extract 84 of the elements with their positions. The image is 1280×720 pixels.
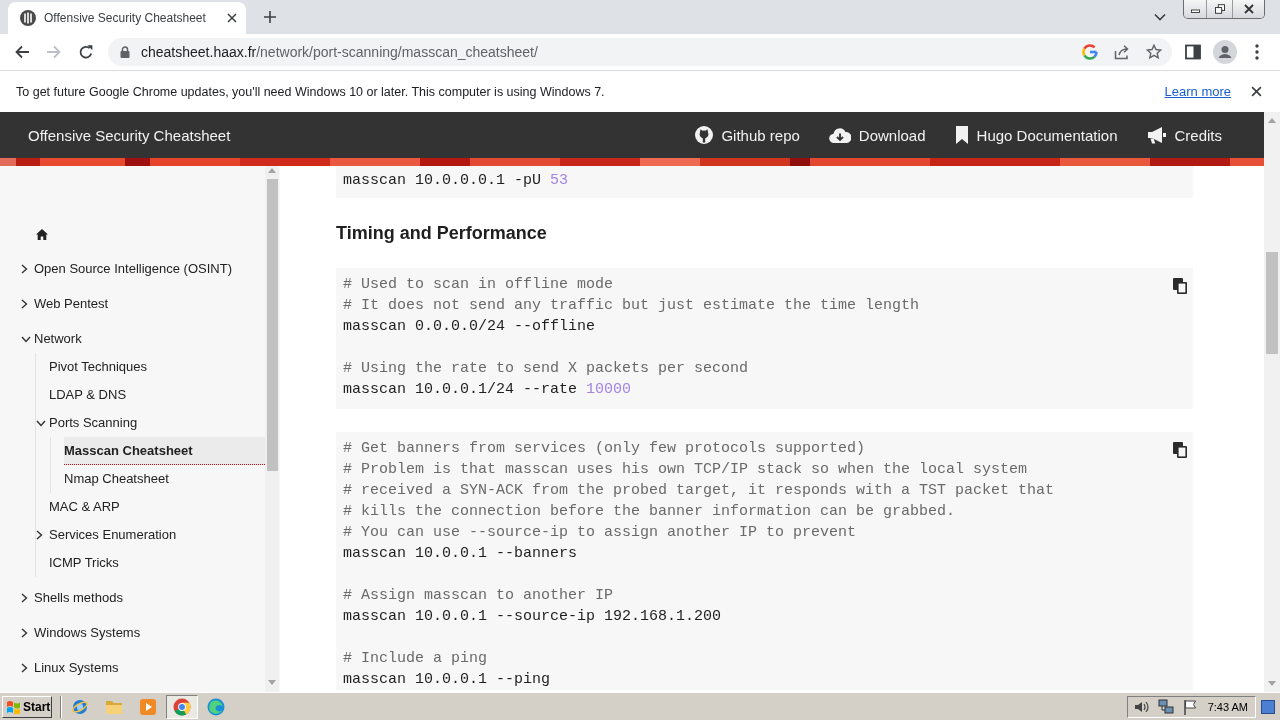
site-title[interactable]: Offensive Security Cheatsheet	[28, 126, 231, 144]
sidebar-scrollbar[interactable]	[265, 166, 279, 692]
plus-icon[interactable]	[264, 11, 276, 23]
code-comment: # Used to scan in offline mode	[343, 275, 615, 295]
favicon-icon	[20, 10, 36, 26]
minimize-button[interactable]	[1184, 0, 1207, 18]
chevron-down-icon[interactable]	[1154, 13, 1166, 21]
update-message: To get future Google Chrome updates, you'll need Windows 10 or later. This computer is using Windows 7.	[16, 84, 606, 99]
code-line: masscan 10.0.0.0.1 -pU 53	[343, 171, 570, 191]
learn-more-link[interactable]: Learn more	[1164, 84, 1231, 99]
code-comment: # Using the rate to send X packets per second	[343, 359, 750, 379]
chevron-right-icon[interactable]	[21, 264, 28, 274]
arrow-left-icon[interactable]	[14, 44, 30, 60]
chevron-down-icon[interactable]	[21, 335, 31, 343]
nav-link[interactable]: Download	[828, 126, 926, 144]
code-line: masscan 10.0.0.1 --ping	[343, 670, 552, 690]
sidebar-item[interactable]: Nmap Cheatsheet	[64, 465, 265, 493]
sidebar-item[interactable]: MAC & ARP	[49, 493, 265, 521]
close-icon[interactable]	[1250, 86, 1262, 97]
sidebar-item[interactable]: LDAP & DNS	[49, 381, 265, 409]
reload-icon[interactable]	[78, 44, 94, 60]
flag-icon[interactable]	[1181, 698, 1198, 715]
section-heading: Timing and Performance	[336, 222, 548, 245]
page-scrollbar[interactable]	[1264, 112, 1280, 692]
sidebar-item[interactable]: Web Pentest	[34, 290, 265, 318]
sidebar-item[interactable]: Open Source Intelligence (OSINT)	[34, 255, 265, 283]
code-comment: # kills the connection before the banner information can be grabbed.	[343, 502, 957, 522]
close-window-button[interactable]	[1233, 0, 1264, 18]
sidebar-item[interactable]: Services Enumeration	[49, 521, 265, 549]
restore-button[interactable]	[1207, 0, 1233, 18]
code-comment: # You can use --source-ip to assign another IP to prevent	[343, 523, 858, 543]
show-desktop-icon[interactable]	[1261, 699, 1275, 714]
chevron-right-icon[interactable]	[21, 299, 28, 309]
code-comment: # Assign masscan to another IP	[343, 586, 615, 606]
sidebar-item[interactable]: Ports Scanning	[49, 409, 265, 437]
chevron-down-icon[interactable]	[36, 419, 46, 427]
sidebar-item[interactable]: Masscan Cheatsheet	[64, 437, 265, 465]
sidebar-item[interactable]: Pivot Techniques	[49, 353, 265, 381]
start-button[interactable]: Start	[2, 695, 52, 718]
chevron-right-icon[interactable]	[36, 530, 43, 540]
nav-link[interactable]: Github repo	[695, 126, 800, 144]
flag-logo-icon	[6, 699, 21, 714]
close-icon[interactable]	[1243, 4, 1254, 14]
bookmark-icon	[954, 126, 969, 144]
chevron-right-icon[interactable]	[21, 663, 28, 673]
clock[interactable]: 7:43 AM	[1207, 700, 1248, 713]
copy-icon[interactable]	[1173, 278, 1187, 294]
restore-icon[interactable]	[1214, 4, 1225, 14]
code-line: masscan 0.0.0.0/24 --offline	[343, 317, 597, 337]
code-comment: # received a SYN-ACK from the probed target, it responds with a TST packet that	[343, 481, 1056, 501]
globe-icon[interactable]	[71, 697, 89, 716]
url-text: cheatsheet.haax.fr/network/port-scanning/masscan_cheatsheet/	[141, 44, 538, 60]
code-line: masscan 10.0.0.1/24 --rate 10000	[343, 380, 633, 400]
sidebar-item[interactable]: ICMP Tricks	[49, 549, 265, 577]
code-line: masscan 10.0.0.1 --banners	[343, 544, 579, 564]
browser-icon[interactable]	[173, 697, 191, 716]
sidebar-item[interactable]: Windows Systems	[34, 619, 265, 647]
nav-link[interactable]: Hugo Documentation	[954, 126, 1118, 144]
network-icon[interactable]	[1157, 699, 1174, 714]
browser-tab[interactable]: Offensive Security Cheatsheet	[8, 2, 246, 34]
chevron-right-icon[interactable]	[21, 628, 28, 638]
sidebar-item[interactable]: Linux Systems	[34, 654, 265, 682]
scrollbar-thumb[interactable]	[1266, 252, 1278, 354]
code-comment: # Include a ping	[343, 649, 489, 669]
kebab-menu-icon[interactable]	[1255, 44, 1259, 60]
home-link[interactable]	[36, 228, 48, 240]
home-icon	[36, 228, 48, 240]
chevron-right-icon[interactable]	[21, 593, 28, 603]
taskbar-app-button[interactable]	[166, 694, 198, 719]
code-comment: # Problem is that masscan uses his own TCP/IP stack so when the local system	[343, 460, 1029, 480]
sidebar-item[interactable]: Shells methods	[34, 584, 265, 612]
nav-link[interactable]: Credits	[1146, 126, 1222, 144]
lock-icon	[120, 46, 130, 58]
scrollbar-thumb[interactable]	[266, 179, 278, 471]
megaphone-icon	[1146, 126, 1167, 144]
address-bar[interactable]: cheatsheet.haax.fr/network/port-scanning/masscan_cheatsheet/	[108, 38, 1172, 66]
sidebar-item[interactable]: Network	[34, 325, 265, 353]
side-panel-icon[interactable]	[1185, 44, 1201, 60]
code-comment: # It does not send any traffic but just estimate the time length	[343, 296, 921, 316]
copy-icon[interactable]	[1173, 442, 1187, 458]
cat-icon	[695, 126, 714, 144]
cloud-download-icon	[828, 126, 851, 144]
code-line: masscan 10.0.0.1 --source-ip 192.168.1.200	[343, 607, 723, 627]
code-comment: # Get banners from services (only few protocols supported)	[343, 439, 867, 459]
